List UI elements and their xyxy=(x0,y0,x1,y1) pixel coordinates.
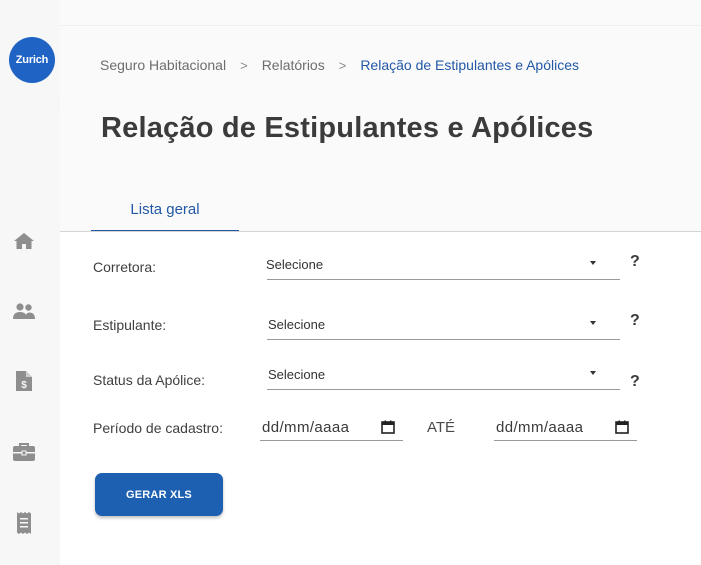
tab-lista-geral[interactable]: Lista geral xyxy=(91,196,239,232)
estipulante-select[interactable]: Selecione xyxy=(267,312,620,340)
corretora-label: Corretora: xyxy=(93,259,157,275)
breadcrumb-item-relatorios[interactable]: Relatórios xyxy=(262,57,325,73)
chevron-down-icon xyxy=(590,371,596,375)
breadcrumb-separator: > xyxy=(240,57,248,73)
periodo-inicio-input[interactable]: dd/mm/aaaa xyxy=(260,413,403,441)
calendar-icon[interactable] xyxy=(381,420,395,439)
svg-text:$: $ xyxy=(21,380,27,391)
status-apolice-label: Status da Apólice: xyxy=(93,372,206,388)
breadcrumb-separator: > xyxy=(338,57,347,73)
periodo-separator: ATÉ xyxy=(427,419,456,436)
chevron-down-icon xyxy=(590,261,596,265)
zurich-logo[interactable]: Zurich xyxy=(9,37,55,83)
breadcrumb: Seguro Habitacional > Relatórios > Relaç… xyxy=(100,57,579,73)
periodo-inicio-placeholder: dd/mm/aaaa xyxy=(262,419,350,436)
gerar-xls-button[interactable]: GERAR XLS xyxy=(95,473,223,516)
briefcase-icon[interactable] xyxy=(11,439,37,465)
corretora-help-icon[interactable]: ? xyxy=(630,253,640,271)
sidebar xyxy=(0,0,60,565)
breadcrumb-item-seguro-habitacional[interactable]: Seguro Habitacional xyxy=(100,57,226,73)
document-dollar-icon[interactable]: $ xyxy=(11,368,37,394)
estipulante-help-icon[interactable]: ? xyxy=(630,312,640,330)
estipulante-label: Estipulante: xyxy=(93,317,167,333)
breadcrumb-item-current: Relação de Estipulantes e Apólices xyxy=(360,57,580,73)
status-apolice-selected-value: Selecione xyxy=(268,367,326,382)
page-title: Relação de Estipulantes e Apólices xyxy=(101,112,594,144)
chevron-down-icon xyxy=(590,321,596,325)
top-bar xyxy=(60,0,701,26)
periodo-cadastro-label: Período de cadastro: xyxy=(93,420,223,436)
status-apolice-select[interactable]: Selecione xyxy=(267,362,620,390)
estipulante-selected-value: Selecione xyxy=(268,317,326,332)
users-icon[interactable] xyxy=(11,298,37,324)
tab-divider xyxy=(60,231,701,232)
calendar-icon[interactable] xyxy=(615,420,629,439)
periodo-fim-input[interactable]: dd/mm/aaaa xyxy=(494,413,637,441)
corretora-selected-value: Selecione xyxy=(266,257,324,272)
status-apolice-help-icon[interactable]: ? xyxy=(630,373,640,391)
receipt-icon[interactable] xyxy=(11,510,37,536)
corretora-select[interactable]: Selecione xyxy=(266,252,620,280)
tab-label: Lista geral xyxy=(130,201,200,218)
periodo-fim-placeholder: dd/mm/aaaa xyxy=(496,419,584,436)
home-icon[interactable] xyxy=(11,228,37,254)
